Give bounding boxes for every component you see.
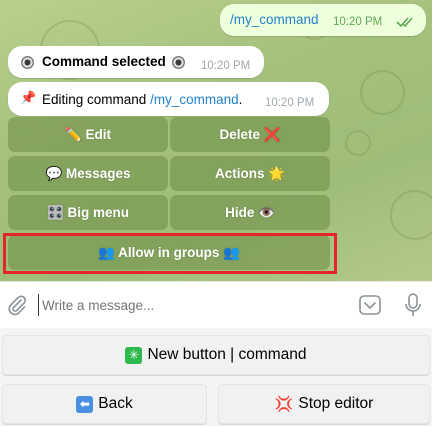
back-button[interactable]: ⬅ Back	[2, 384, 207, 424]
stop-editor-button[interactable]: 💢 Stop editor	[218, 384, 430, 424]
background-doodle	[360, 70, 405, 115]
message-time: 10:20 PM	[201, 60, 251, 72]
bot-command-icon[interactable]	[358, 294, 382, 316]
chat-area: /my_command 10:20 PM Command selected 10…	[0, 0, 432, 281]
stop-editor-label: Stop editor	[298, 395, 374, 412]
message-text: Command selected	[42, 54, 166, 69]
pushpin-icon: 📌	[20, 90, 37, 105]
message-prefix: Editing command	[42, 92, 151, 107]
incoming-message[interactable]: Command selected 10:20 PM	[8, 46, 264, 78]
message-time: 10:20 PM	[265, 97, 315, 109]
hide-button[interactable]: Hide 👁️	[170, 195, 330, 230]
message-time: 10:20 PM	[333, 16, 383, 28]
message-suffix: .	[238, 92, 243, 107]
reply-keyboard: ✳ New button | command ⬅ Back 💢 Stop edi…	[0, 328, 432, 426]
command-link[interactable]: /my_command	[150, 92, 239, 107]
background-doodle	[345, 130, 371, 156]
actions-button[interactable]: Actions 🌟	[170, 156, 330, 191]
big-menu-button[interactable]: 🎛️ Big menu	[8, 195, 168, 230]
back-arrow-icon: ⬅	[76, 395, 94, 413]
message-input[interactable]	[38, 294, 338, 316]
highlight-box	[3, 233, 337, 274]
paperclip-icon[interactable]	[6, 294, 28, 316]
new-button-label: New button | command	[147, 346, 307, 363]
delete-button[interactable]: Delete ❌	[170, 117, 330, 152]
message-text: Editing command /my_command.	[42, 92, 242, 107]
incoming-message[interactable]: 📌 Editing command /my_command. 10:20 PM	[8, 82, 329, 116]
microphone-icon[interactable]	[403, 292, 423, 318]
back-label: Back	[98, 395, 133, 412]
messages-button[interactable]: 💬 Messages	[8, 156, 168, 191]
radio-button-icon	[172, 56, 185, 69]
radio-button-icon	[21, 56, 34, 69]
double-check-icon	[396, 17, 413, 28]
command-link[interactable]: /my_command	[230, 12, 319, 27]
message-composer	[0, 281, 432, 328]
outgoing-message[interactable]: /my_command 10:20 PM	[220, 4, 426, 36]
new-button-command-button[interactable]: ✳ New button | command	[2, 335, 430, 375]
collision-icon: 💢	[274, 396, 294, 413]
background-doodle	[390, 190, 432, 240]
edit-button[interactable]: ✏️ Edit	[8, 117, 168, 152]
sparkle-icon: ✳	[125, 346, 143, 364]
